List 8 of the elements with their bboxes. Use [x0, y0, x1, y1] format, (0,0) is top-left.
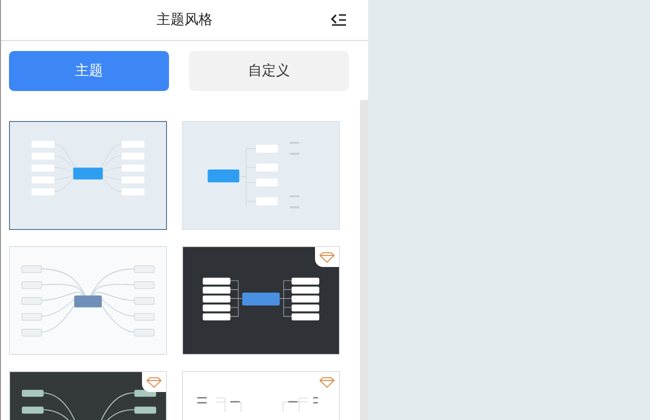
collapse-icon[interactable]	[331, 14, 347, 26]
tab[interactable]: 主题	[9, 51, 169, 91]
scrollbar[interactable]	[360, 100, 368, 420]
panel-title: 主题风格	[156, 10, 212, 30]
diamond-icon	[146, 376, 162, 388]
diamond-icon	[319, 376, 335, 388]
diamond-icon	[319, 252, 335, 262]
tab[interactable]: 自定义	[189, 51, 349, 91]
